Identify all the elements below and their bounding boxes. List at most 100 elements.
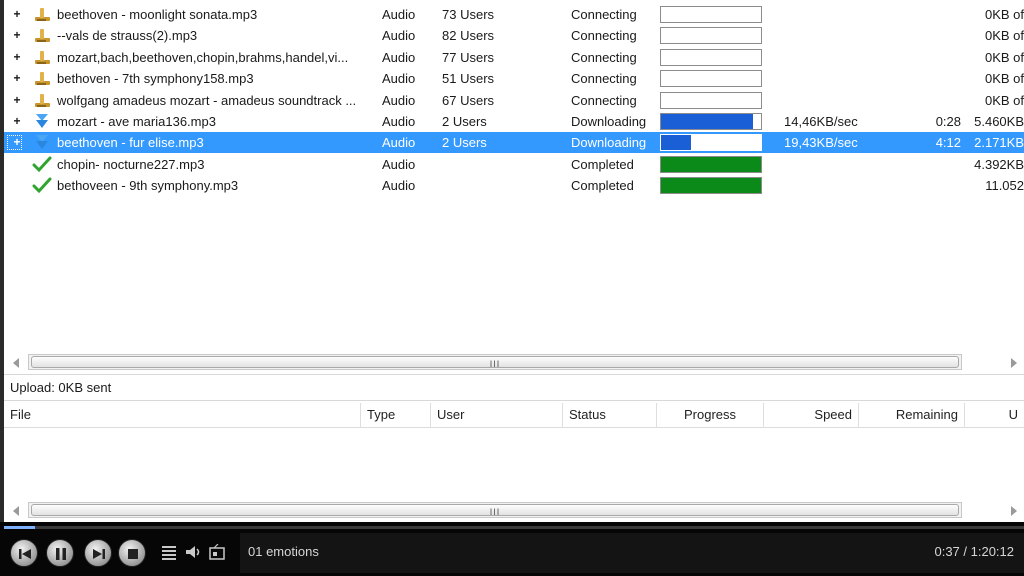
track-name: 01 emotions (248, 544, 319, 559)
time-remaining: 4:12 (935, 135, 961, 151)
seek-bar-fill (4, 526, 36, 529)
download-status: Connecting (571, 92, 637, 108)
scroll-right-button[interactable] (1004, 354, 1024, 372)
user-count: 82 Users (442, 28, 495, 44)
scrollbar-thumb[interactable]: III (31, 504, 959, 517)
column-header-remaining[interactable]: Remaining (859, 403, 965, 428)
file-name: bethoveen - 9th symphony.mp3 (57, 178, 239, 194)
download-row[interactable]: + beethoven - fur elise.mp3 Audio 2 Users Do… (4, 132, 1024, 154)
download-row[interactable]: + mozart,bach,beethoven,chopin,brahms,han… (4, 47, 1024, 68)
expand-toggle (10, 175, 24, 196)
file-name: mozart,bach,beethoven,chopin,brahms,hand… (57, 49, 349, 65)
progress-bar-fill (661, 135, 691, 151)
volume-icon[interactable] (184, 544, 202, 560)
file-type: Audio (382, 135, 416, 151)
download-row[interactable]: + --vals de strauss(2).mp3 Audio 82 Users Co… (4, 25, 1024, 46)
download-row[interactable]: + bethoven - 7th symphony158.mp3 Audio 51 U… (4, 68, 1024, 89)
upload-table-header: File Type User Status Progress Speed Rem… (4, 403, 1024, 428)
download-speed: 19,43KB/sec (784, 135, 858, 151)
search-hand-icon (30, 47, 52, 68)
download-row[interactable]: + wolfgang amadeus mozart - amadeus sound… (4, 90, 1024, 111)
progress-cell (660, 111, 762, 132)
expand-toggle[interactable]: + (10, 68, 24, 89)
file-size: 0KB of (984, 7, 1024, 22)
time-remaining: 0:28 (935, 114, 961, 129)
column-header-speed[interactable]: Speed (764, 403, 859, 428)
file-type: Audio (382, 7, 416, 22)
progress-cell (660, 25, 762, 46)
column-header-upload[interactable]: U (965, 403, 1024, 428)
column-header-file[interactable]: File (4, 403, 361, 428)
download-status: Completed (571, 178, 634, 194)
download-row[interactable]: bethoveen - 9th symphony.mp3 Audio Complet… (4, 175, 1024, 196)
next-icon (93, 549, 105, 559)
file-size: 0KB of (984, 49, 1024, 65)
file-type: Audio (382, 49, 416, 65)
separator (4, 400, 1024, 401)
download-speed (784, 25, 904, 46)
download-row[interactable]: + mozart - ave maria136.mp3 Audio 2 Users Do… (4, 111, 1024, 132)
expand-toggle (10, 154, 24, 175)
expand-toggle[interactable]: + (10, 47, 24, 68)
download-speed (784, 47, 904, 68)
upload-scroll-right-button[interactable] (1004, 502, 1024, 520)
file-size: 0KB of (984, 92, 1024, 108)
column-header-type[interactable]: Type (361, 403, 431, 428)
user-count: 67 Users (442, 92, 495, 108)
file-type: Audio (382, 92, 416, 108)
progress-cell (660, 90, 762, 111)
time-remaining (909, 175, 961, 196)
progress-bar (660, 155, 762, 173)
upload-list-hscrollbar[interactable]: III (28, 502, 962, 518)
next-track-button[interactable] (84, 539, 112, 567)
time-remaining (909, 47, 961, 68)
column-header-user[interactable]: User (431, 403, 563, 428)
upload-scroll-left-button[interactable] (6, 502, 26, 520)
playlist-icon[interactable] (160, 544, 178, 560)
stop-button[interactable] (118, 539, 146, 567)
download-status: Downloading (571, 114, 647, 129)
user-count (442, 175, 552, 196)
progress-bar (660, 27, 762, 45)
scroll-left-button[interactable] (6, 354, 26, 372)
expand-toggle[interactable]: + (10, 25, 24, 46)
checkmark-icon (30, 154, 52, 175)
scrollbar-thumb[interactable]: III (31, 356, 959, 369)
download-row[interactable]: chopin- nocturne227.mp3 Audio Completed 4.3… (4, 154, 1024, 175)
download-status: Connecting (571, 7, 637, 22)
expand-toggle[interactable]: + (10, 111, 24, 132)
previous-track-button[interactable] (10, 539, 38, 567)
download-speed: 14,46KB/sec (784, 114, 858, 129)
user-count: 2 Users (442, 135, 487, 151)
column-header-status[interactable]: Status (563, 403, 657, 428)
time-remaining (909, 154, 961, 175)
radio-icon[interactable] (208, 543, 226, 560)
progress-cell (660, 68, 762, 89)
now-playing-panel: 01 emotions 0:37 / 1:20:12 (240, 533, 1024, 573)
time-remaining (909, 25, 961, 46)
pause-button[interactable] (46, 539, 74, 567)
seek-bar[interactable] (4, 526, 1024, 529)
user-count: 2 Users (442, 114, 487, 129)
search-hand-icon (30, 4, 52, 25)
download-list[interactable]: + beethoven - moonlight sonata.mp3 Audio 73… (4, 4, 1024, 200)
stop-icon (128, 549, 138, 559)
user-count: 51 Users (442, 71, 495, 87)
column-header-progress[interactable]: Progress (657, 403, 764, 428)
progress-cell (660, 154, 762, 175)
user-count: 73 Users (442, 7, 495, 22)
expand-toggle[interactable]: + (10, 4, 24, 25)
download-speed (784, 90, 904, 111)
file-name: beethoven - moonlight sonata.mp3 (57, 7, 258, 22)
user-count (442, 154, 552, 175)
file-size: 4.392KB (974, 156, 1024, 172)
file-name: chopin- nocturne227.mp3 (57, 156, 205, 172)
progress-cell (660, 175, 762, 196)
expand-toggle[interactable]: + (10, 90, 24, 111)
previous-icon (19, 549, 31, 559)
download-list-hscrollbar[interactable]: III (28, 354, 962, 370)
file-type: Audio (382, 114, 416, 129)
user-count: 77 Users (442, 49, 495, 65)
progress-bar-fill (661, 114, 753, 129)
download-row[interactable]: + beethoven - moonlight sonata.mp3 Audio 73… (4, 4, 1024, 25)
